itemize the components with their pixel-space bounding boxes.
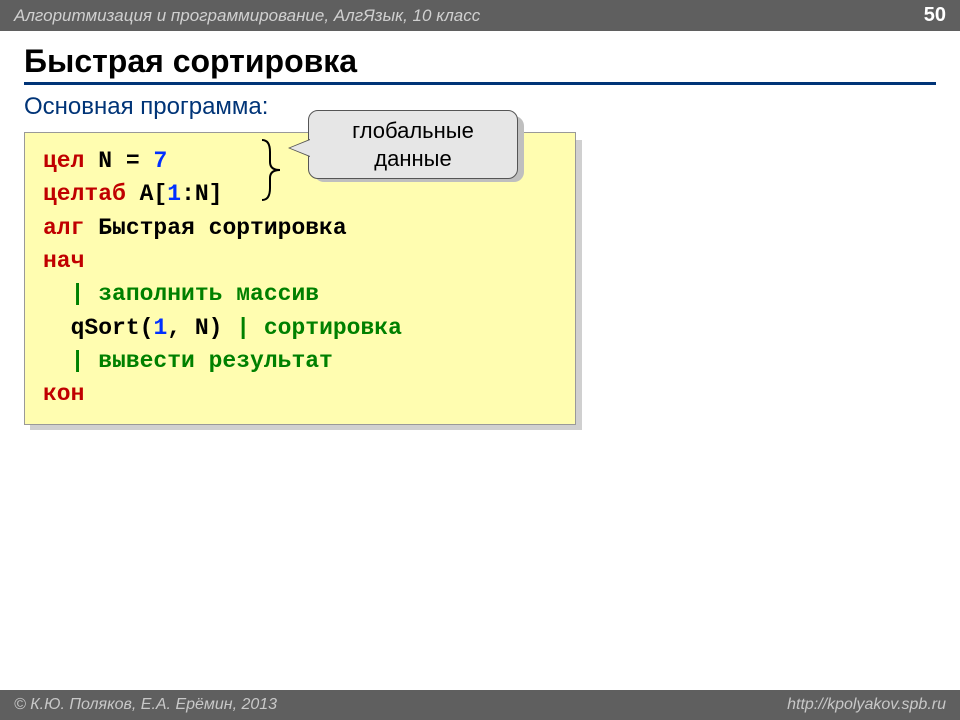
callout-line2: данные — [317, 145, 509, 173]
code-line-4: нач — [43, 245, 557, 278]
callout-pointer — [290, 140, 310, 156]
code-line-2: целтаб A[1:N] — [43, 178, 557, 211]
code-line-6: qSort(1, N) | сортировка — [43, 312, 557, 345]
page-number: 50 — [924, 4, 946, 27]
curly-bracket — [260, 138, 284, 202]
course-title: Алгоритмизация и программирование, АлгЯз… — [14, 6, 480, 26]
header-bar: Алгоритмизация и программирование, АлгЯз… — [0, 0, 960, 31]
footer-authors: © К.Ю. Поляков, Е.А. Ерёмин, 2013 — [14, 696, 277, 714]
callout-line1: глобальные — [317, 117, 509, 145]
slide-title: Быстрая сортировка — [24, 43, 936, 85]
code-line-8: кон — [43, 378, 557, 411]
footer-bar: © К.Ю. Поляков, Е.А. Ерёмин, 2013 http:/… — [0, 690, 960, 720]
footer-url: http://kpolyakov.spb.ru — [787, 696, 946, 714]
code-line-3: алг Быстрая сортировка — [43, 212, 557, 245]
code-line-7: | вывести результат — [43, 345, 557, 378]
code-line-5: | заполнить массив — [43, 278, 557, 311]
callout-box: глобальные данные — [308, 110, 518, 179]
